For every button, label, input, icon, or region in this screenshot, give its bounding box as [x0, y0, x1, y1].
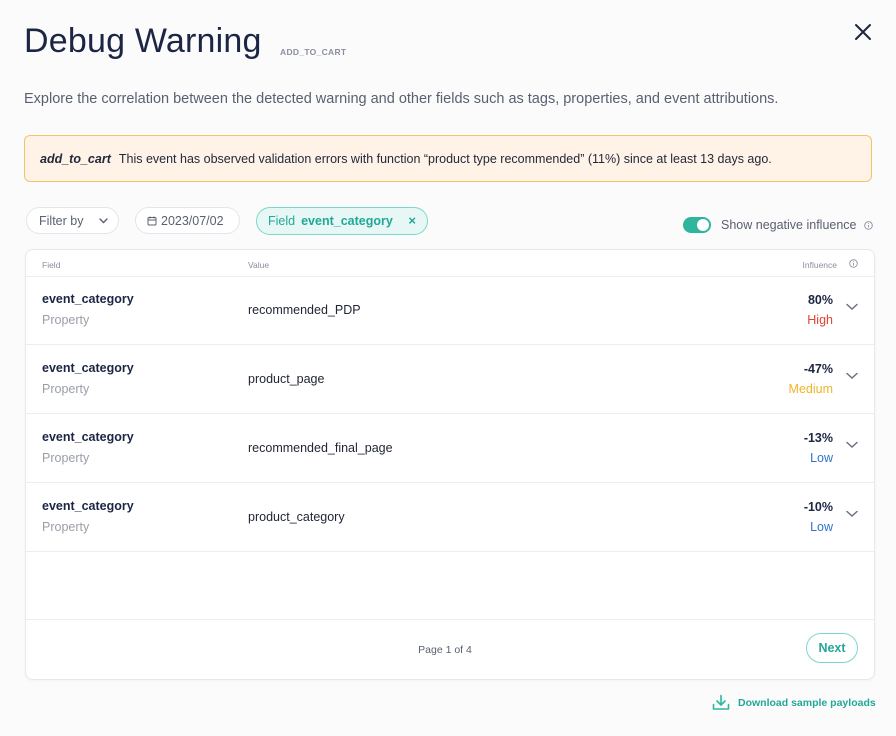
alert-event-name: add_to_cart	[40, 151, 111, 166]
pagination-info: Page 1 of 4	[418, 644, 472, 656]
row-value: product_page	[248, 372, 325, 386]
column-header-influence: Influence	[802, 260, 838, 270]
download-label: Download sample payloads	[738, 696, 876, 709]
row-influence-level: Medium	[788, 382, 833, 396]
filter-by-label: Filter by	[39, 213, 84, 228]
date-value: 2023/07/02	[161, 213, 224, 228]
close-icon	[855, 24, 871, 40]
debug-warning-modal: Debug Warning ADD_TO_CART Explore the co…	[0, 0, 896, 736]
event-code-label: ADD_TO_CART	[280, 47, 347, 57]
warning-alert: add_to_cart This event has observed vali…	[24, 135, 872, 182]
row-field-name: event_category	[42, 430, 134, 444]
row-influence-percent: -47%	[803, 362, 833, 376]
download-sample-payloads-link[interactable]: Download sample payloads	[712, 694, 876, 711]
row-influence-percent: -10%	[803, 500, 833, 514]
filter-by-dropdown[interactable]: Filter by	[26, 207, 119, 234]
expand-chevron-icon[interactable]	[846, 303, 858, 311]
page-title: Debug Warning	[24, 22, 262, 60]
row-value: product_category	[248, 510, 345, 524]
row-field-type: Property	[42, 382, 90, 396]
alert-message: This event has observed validation error…	[118, 151, 772, 166]
toggle-knob	[697, 219, 709, 231]
row-field-type: Property	[42, 313, 90, 327]
row-influence-percent: -13%	[803, 431, 833, 445]
expand-chevron-icon[interactable]	[846, 372, 858, 380]
chevron-down-icon	[99, 218, 108, 224]
row-value: recommended_final_page	[248, 441, 393, 455]
row-field-name: event_category	[42, 499, 134, 513]
influence-table: Field Value Influence event_category Pro…	[25, 249, 875, 680]
row-field-type: Property	[42, 451, 90, 465]
table-row[interactable]: event_category Property product_category…	[26, 483, 874, 552]
download-icon	[712, 694, 730, 710]
toggle-label: Show negative influence	[721, 218, 857, 232]
row-field-name: event_category	[42, 292, 134, 306]
row-value: recommended_PDP	[248, 303, 361, 317]
table-footer: Page 1 of 4 Next	[26, 619, 874, 681]
row-field-name: event_category	[42, 361, 134, 375]
negative-influence-toggle[interactable]	[683, 217, 711, 233]
expand-chevron-icon[interactable]	[846, 510, 858, 518]
column-header-field: Field	[42, 260, 61, 270]
influence-info-icon[interactable]	[849, 259, 858, 268]
table-row[interactable]: event_category Property product_page -47…	[26, 345, 874, 414]
close-button[interactable]	[851, 20, 875, 44]
next-page-button[interactable]: Next	[806, 633, 858, 663]
table-row[interactable]: event_category Property recommended_fina…	[26, 414, 874, 483]
row-influence-level: Low	[810, 520, 833, 534]
row-influence-level: High	[807, 313, 833, 327]
column-header-value: Value	[248, 260, 270, 270]
table-row[interactable]: event_category Property recommended_PDP …	[26, 276, 874, 345]
remove-chip-icon[interactable]: ×	[408, 214, 416, 228]
field-filter-chip[interactable]: Field event_category ×	[256, 207, 428, 235]
row-field-type: Property	[42, 520, 90, 534]
calendar-icon	[147, 216, 157, 225]
row-influence-level: Low	[810, 451, 833, 465]
table-header: Field Value Influence	[26, 250, 874, 277]
info-icon[interactable]	[864, 221, 873, 230]
chip-value: event_category	[301, 214, 393, 228]
row-influence-percent: 80%	[807, 293, 833, 307]
chip-key: Field	[268, 214, 296, 228]
expand-chevron-icon[interactable]	[846, 441, 858, 449]
page-subtitle: Explore the correlation between the dete…	[24, 91, 779, 107]
date-filter-button[interactable]: 2023/07/02	[135, 207, 240, 234]
